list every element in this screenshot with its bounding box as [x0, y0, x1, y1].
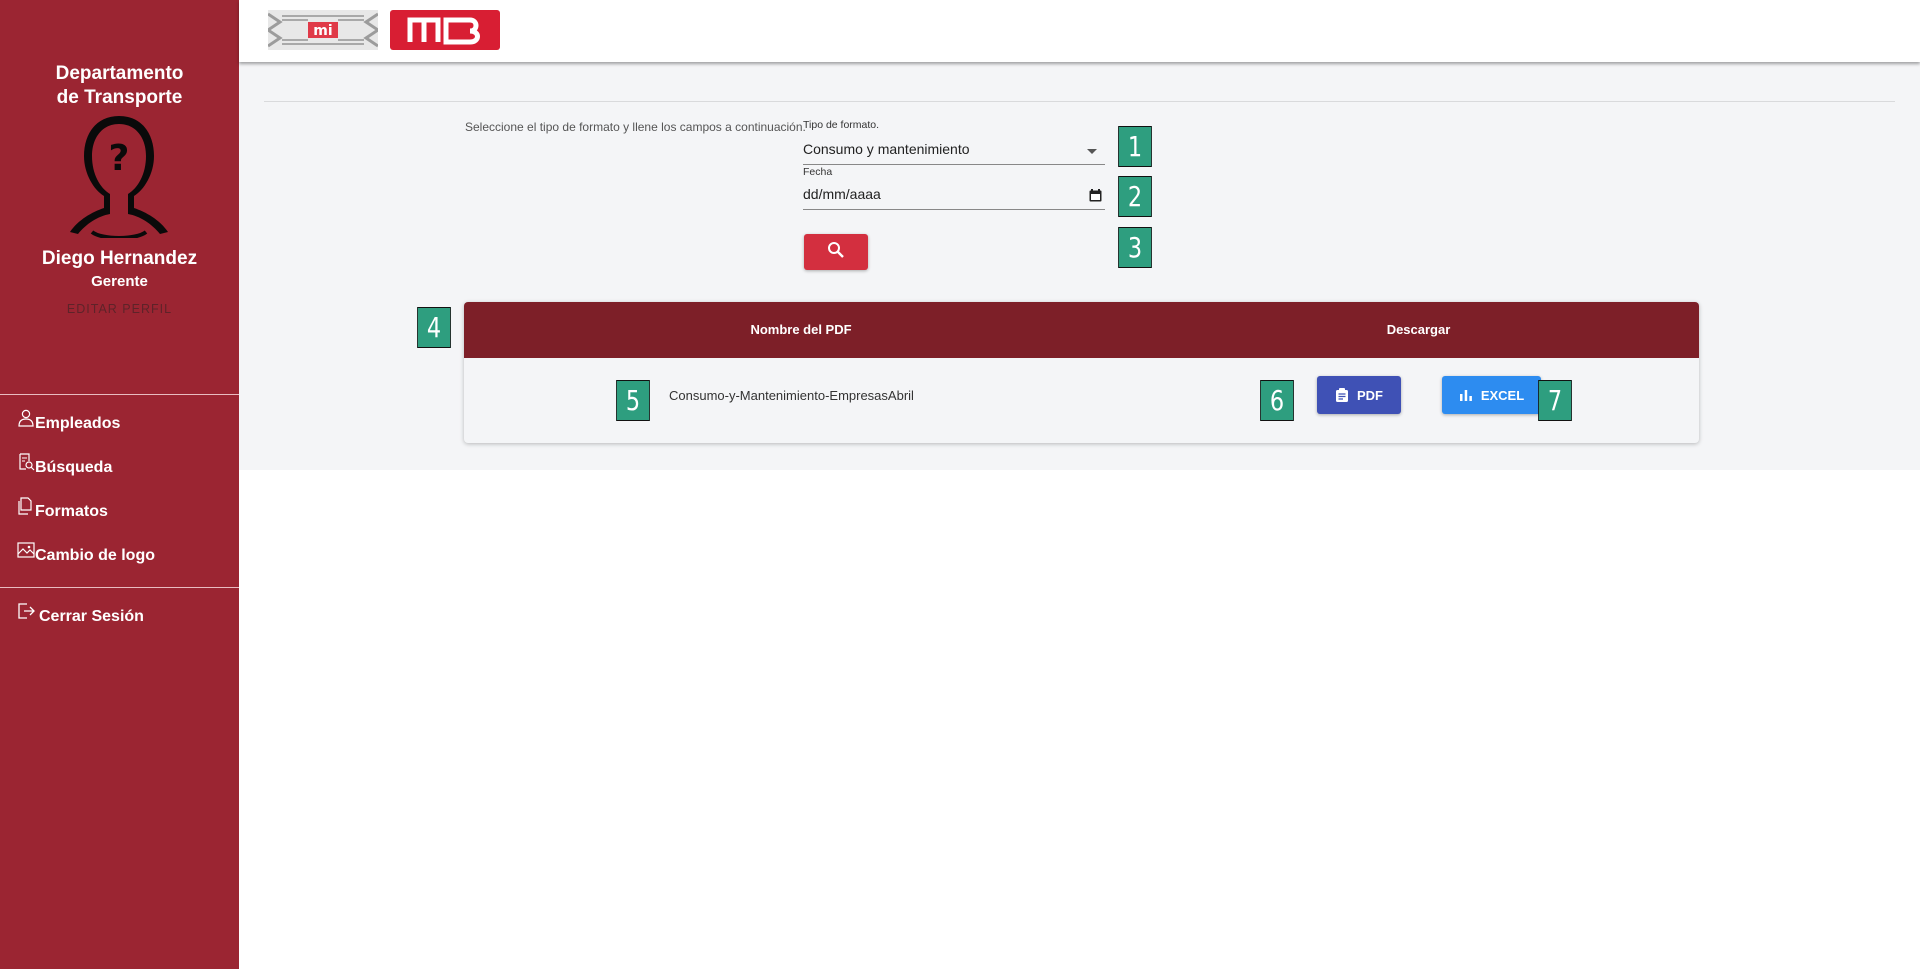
sidebar-item-label: Búsqueda [35, 459, 113, 476]
marker-3: 3 [1118, 227, 1152, 268]
sidebar: Departamento de Transporte ? Diego Herna… [0, 0, 239, 969]
excel-button-label: EXCEL [1480, 387, 1525, 403]
svg-text:?: ? [109, 138, 130, 179]
column-header-download: Descargar [1386, 322, 1451, 337]
pdf-table: Nombre del PDF Descargar Consumo-y-Mante… [464, 302, 1699, 443]
sidebar-item-label: Cambio de logo [35, 547, 155, 564]
marker-6: 6 [1260, 380, 1294, 421]
marker-4: 4 [417, 307, 451, 348]
sidebar-divider [0, 394, 239, 395]
column-header-name: Nombre del PDF [750, 322, 852, 337]
bar-chart-icon [1459, 390, 1472, 401]
format-type-label: Tipo de formato. [803, 119, 880, 131]
main-content: Seleccione el tipo de formato y llene lo… [239, 62, 1920, 470]
marker-1: 1 [1118, 126, 1152, 167]
marker-2: 2 [1118, 176, 1152, 217]
person-icon [17, 409, 35, 427]
logout-label: Cerrar Sesión [39, 608, 144, 625]
format-type-value: Consumo y mantenimiento [803, 141, 970, 157]
download-excel-button[interactable]: EXCEL [1442, 376, 1541, 414]
search-button[interactable] [804, 234, 868, 270]
logout-button[interactable]: Cerrar Sesión [17, 603, 144, 626]
sidebar-item-cambio-de-logo[interactable]: Cambio de logo [17, 542, 155, 565]
download-pdf-button[interactable]: PDF [1317, 376, 1401, 414]
format-type-select[interactable]: Consumo y mantenimiento [803, 137, 1105, 165]
marker-5: 5 [616, 380, 650, 421]
sidebar-divider [0, 587, 239, 588]
table-row-name: Consumo-y-Mantenimiento-EmpresasAbril [669, 388, 914, 403]
sidebar-item-formatos[interactable]: Formatos [17, 497, 108, 521]
edit-profile-link[interactable]: EDITAR PERFIL [0, 302, 239, 316]
form-instructions: Seleccione el tipo de formato y llene lo… [465, 120, 806, 134]
department-title: Departamento de Transporte [55, 63, 184, 108]
search-icon [827, 241, 845, 264]
document-search-icon [17, 453, 35, 471]
sidebar-item-empleados[interactable]: Empleados [17, 409, 121, 433]
sidebar-item-busqueda[interactable]: Búsqueda [17, 453, 113, 477]
date-input[interactable]: dd/mm/aaaa [803, 182, 1105, 210]
sidebar-item-label: Empleados [35, 415, 121, 432]
files-icon [17, 497, 35, 515]
svg-text:mi: mi [313, 23, 332, 39]
pdf-button-label: PDF [1357, 387, 1383, 403]
clipboard-icon [1336, 388, 1348, 402]
logo-mi: mi [267, 10, 379, 50]
content-divider [264, 101, 1895, 102]
logout-icon [17, 602, 35, 620]
user-name: Diego Hernandez [41, 248, 198, 269]
avatar-icon: ? [58, 110, 180, 240]
date-label: Fecha [803, 166, 833, 178]
chevron-down-icon [1087, 149, 1097, 154]
sidebar-item-label: Formatos [35, 503, 108, 520]
user-role: Gerente [91, 273, 148, 290]
marker-7: 7 [1538, 380, 1572, 421]
table-header: Nombre del PDF Descargar [464, 302, 1699, 358]
image-icon [17, 541, 35, 559]
top-bar: mi [239, 0, 1920, 62]
date-value: dd/mm/aaaa [803, 186, 881, 202]
logo-mb [390, 10, 500, 50]
calendar-icon[interactable] [1089, 189, 1102, 202]
